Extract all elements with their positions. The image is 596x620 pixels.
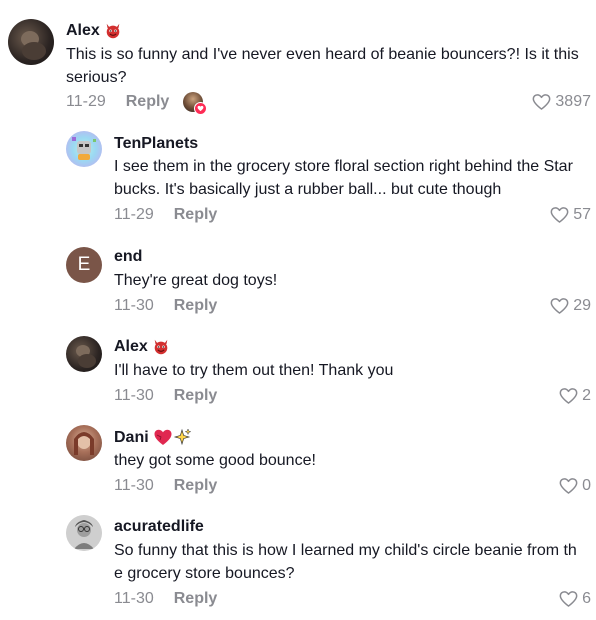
avatar[interactable] bbox=[8, 19, 54, 65]
heart-outline-icon bbox=[558, 589, 579, 609]
comment-text: I see them in the grocery store floral s… bbox=[114, 158, 573, 198]
comment-date: 11-30 bbox=[114, 590, 154, 607]
username-text: acuratedlife bbox=[114, 518, 204, 535]
comment-text: they got some good bounce! bbox=[114, 452, 316, 469]
username-text: Alex bbox=[114, 338, 148, 355]
heart-sparkle-icon bbox=[153, 428, 193, 448]
comment-meta: 11-29 Reply bbox=[66, 92, 208, 115]
comment-meta: 11-30 Reply bbox=[114, 296, 217, 316]
like-count: 0 bbox=[582, 477, 591, 494]
comment-date: 11-30 bbox=[114, 387, 154, 404]
comment-text: So funny that this is how I learned my c… bbox=[114, 542, 577, 582]
reply-button[interactable]: Reply bbox=[174, 296, 218, 316]
like-button[interactable]: 0 bbox=[558, 476, 591, 496]
username[interactable]: Alex bbox=[114, 337, 170, 357]
devil-icon bbox=[152, 338, 170, 356]
username[interactable]: Alex bbox=[66, 21, 122, 41]
like-count: 2 bbox=[582, 387, 591, 404]
like-button[interactable]: 29 bbox=[549, 296, 591, 316]
heart-outline-icon bbox=[531, 92, 552, 112]
username[interactable]: Dani bbox=[114, 428, 193, 448]
devil-icon bbox=[104, 22, 122, 40]
creator-liked-avatar bbox=[183, 92, 208, 115]
heart-outline-icon bbox=[549, 296, 570, 316]
heart-icon bbox=[194, 102, 208, 115]
comment-meta: 11-30 Reply bbox=[114, 476, 217, 496]
heart-outline-icon bbox=[558, 476, 579, 496]
comment-date: 11-29 bbox=[114, 206, 154, 223]
heart-outline-icon bbox=[549, 205, 570, 225]
username-text: Dani bbox=[114, 429, 149, 446]
avatar[interactable] bbox=[66, 131, 102, 167]
comment-meta: 11-29 Reply bbox=[114, 205, 217, 225]
reply-button[interactable]: Reply bbox=[174, 589, 218, 609]
like-button[interactable]: 2 bbox=[558, 386, 591, 406]
avatar[interactable] bbox=[66, 425, 102, 461]
username[interactable]: end bbox=[114, 247, 142, 267]
username[interactable]: acuratedlife bbox=[114, 517, 204, 537]
like-button[interactable]: 57 bbox=[549, 205, 591, 225]
reply-button[interactable]: Reply bbox=[126, 92, 170, 112]
like-count: 57 bbox=[573, 206, 591, 223]
reply-button[interactable]: Reply bbox=[174, 205, 218, 225]
avatar-letter: E bbox=[77, 254, 91, 275]
username-text: Alex bbox=[66, 22, 100, 39]
like-button[interactable]: 3897 bbox=[531, 92, 591, 112]
avatar[interactable] bbox=[66, 515, 102, 551]
comment-meta: 11-30 Reply bbox=[114, 386, 217, 406]
reply-button[interactable]: Reply bbox=[174, 476, 218, 496]
comment-date: 11-30 bbox=[114, 297, 154, 314]
like-count: 6 bbox=[582, 590, 591, 607]
comment-date: 11-30 bbox=[114, 477, 154, 494]
comment-text: They're great dog toys! bbox=[114, 272, 278, 289]
username-text: TenPlanets bbox=[114, 135, 199, 152]
like-button[interactable]: 6 bbox=[558, 589, 591, 609]
comment-date: 11-29 bbox=[66, 93, 106, 110]
avatar[interactable] bbox=[66, 336, 102, 372]
username-text: end bbox=[114, 248, 143, 265]
comment-meta: 11-30 Reply bbox=[114, 589, 217, 609]
heart-outline-icon bbox=[558, 386, 579, 406]
like-count: 29 bbox=[573, 297, 591, 314]
like-count: 3897 bbox=[555, 93, 591, 110]
reply-button[interactable]: Reply bbox=[174, 386, 218, 406]
username[interactable]: TenPlanets bbox=[114, 134, 198, 154]
comment-text: I'll have to try them out then! Thank yo… bbox=[114, 362, 394, 379]
comment-text: This is so funny and I've never even hea… bbox=[66, 46, 579, 86]
avatar[interactable]: E bbox=[66, 247, 102, 283]
